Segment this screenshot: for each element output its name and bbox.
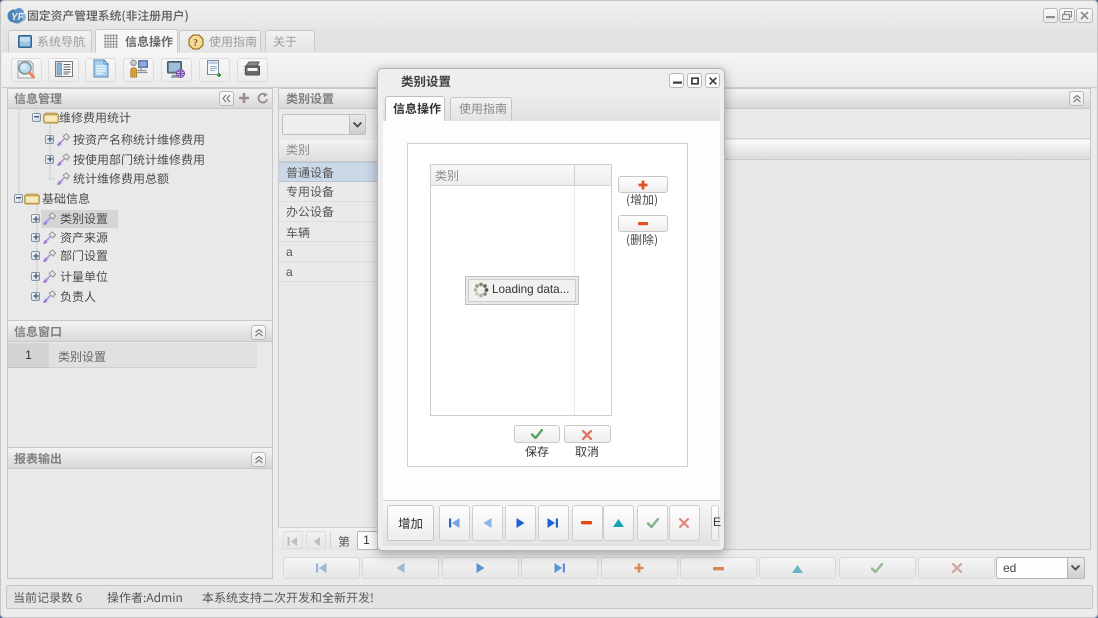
svg-text:?: ? [193, 38, 198, 49]
svg-text:YF: YF [11, 12, 25, 23]
